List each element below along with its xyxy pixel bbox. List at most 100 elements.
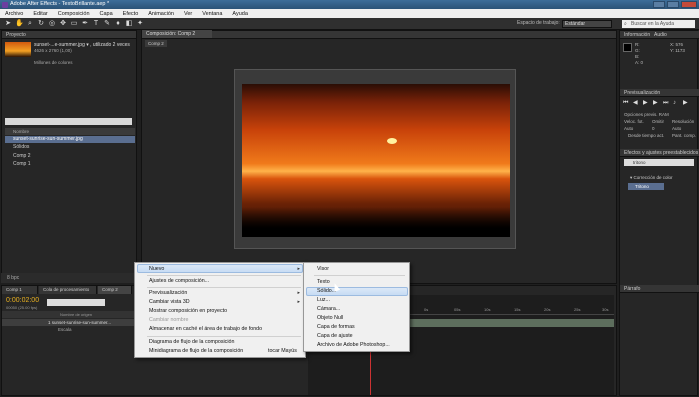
project-tab[interactable]: Proyecto — [2, 31, 136, 39]
preview-tab[interactable]: Previsualización — [620, 89, 699, 97]
menu-item-cambiar-nombre[interactable]: Cambiar nombre — [149, 317, 188, 323]
context-menu: Nuevo ▸ Ajustes de composición... Previs… — [134, 262, 306, 358]
menu-bar: Archivo Editar Composición Capa Efecto A… — [0, 9, 699, 18]
skip-value[interactable]: 0 — [652, 126, 655, 131]
submenu-item-texto[interactable]: Texto — [317, 279, 330, 285]
frame-rate-select[interactable]: Auto — [624, 126, 633, 131]
effects-search-input[interactable]: tritono — [624, 159, 694, 166]
help-search-input[interactable]: ⌕ Buscar en la Ayuda — [622, 20, 695, 28]
ram-preview-icon[interactable]: ▶ — [683, 100, 690, 107]
paragraph-tab[interactable]: Párrafo — [620, 285, 699, 293]
puppet-tool-icon[interactable]: ✦ — [136, 20, 144, 28]
menu-item-minidiagrama-flujo[interactable]: Minidiagrama de flujo de la composición — [149, 348, 243, 354]
menu-ventana[interactable]: Ventana — [197, 11, 227, 17]
timeline-tab-comp1[interactable]: Comp 1 — [2, 286, 38, 294]
shortcut-label: tocar Mayús — [268, 348, 297, 354]
stamp-tool-icon[interactable]: ♦ — [114, 20, 122, 28]
hand-tool-icon[interactable]: ✋ — [15, 20, 24, 28]
ram-options[interactable]: Opciones previs. RAM — [624, 112, 669, 117]
project-item-comp2[interactable]: Comp 2 — [5, 153, 135, 160]
effects-category[interactable]: ▾ Corrección de color — [630, 175, 673, 181]
close-button[interactable] — [681, 1, 697, 8]
menu-item-almacenar-cache[interactable]: Almacenar en caché el área de trabajo de… — [149, 326, 262, 332]
menu-capa[interactable]: Capa — [95, 11, 118, 17]
submenu-arrow-icon: ▸ — [297, 266, 300, 272]
audio-icon[interactable]: ♪ — [673, 100, 680, 107]
comp-2-subtab[interactable]: Comp 2 — [145, 40, 167, 47]
resolution-label: Resolución — [672, 119, 695, 124]
menu-archivo[interactable]: Archivo — [0, 11, 28, 17]
menu-item-previsualizacion[interactable]: Previsualización — [149, 290, 187, 296]
menu-item-diagrama-flujo[interactable]: Diagrama de flujo de la composición — [149, 339, 234, 345]
camera-tool-icon[interactable]: ◎ — [48, 20, 56, 28]
info-b: B: — [635, 54, 640, 59]
audio-tab[interactable]: Audio — [654, 32, 667, 38]
asset-thumbnail — [5, 42, 31, 57]
menu-ayuda[interactable]: Ayuda — [227, 11, 253, 17]
effects-tab[interactable]: Efectos y ajustes preestablecidos — [620, 149, 699, 157]
asset-dimensions: 4626 x 2760 (1,00) — [34, 48, 72, 53]
selection-tool-icon[interactable]: ➤ — [4, 20, 12, 28]
effects-item-tritono[interactable]: Tritono — [628, 183, 664, 190]
submenu-item-capa-formas[interactable]: Capa de formas — [317, 324, 355, 330]
submenu-item-visor[interactable]: Visor — [317, 266, 329, 272]
menu-editar[interactable]: Editar — [28, 11, 52, 17]
skip-label: Omitir — [652, 119, 664, 124]
timeline-tab-render-queue[interactable]: Cola de procesamiento — [39, 286, 97, 294]
eraser-tool-icon[interactable]: ◧ — [125, 20, 133, 28]
project-item-solidos[interactable]: Sólidos — [5, 144, 135, 151]
brush-tool-icon[interactable]: ✎ — [103, 20, 111, 28]
project-column-name[interactable]: Nombre — [5, 128, 135, 135]
resolution-select[interactable]: Auto — [672, 126, 681, 131]
menu-item-cambiar-vista-3d[interactable]: Cambiar vista 3D — [149, 299, 190, 305]
project-search-input[interactable] — [5, 118, 132, 125]
reeds-silhouette — [242, 207, 510, 237]
submenu-item-objeto-null[interactable]: Objeto Null — [317, 315, 343, 321]
project-item-comp1[interactable]: Comp 1 — [5, 161, 135, 168]
first-frame-icon[interactable]: ⏮ — [623, 100, 630, 107]
minimize-button[interactable] — [653, 1, 665, 8]
rotate-tool-icon[interactable]: ↻ — [37, 20, 45, 28]
current-timecode[interactable]: 0:00:02:00 — [6, 297, 39, 304]
menu-composicion[interactable]: Composición — [53, 11, 95, 17]
composition-panel: Comp 2 — [141, 30, 617, 284]
window-title: Adobe After Effects - TextoBrillante.aep… — [10, 1, 110, 7]
preview-panel: Previsualización ⏮ ◀ ▶ ▶ ⏭ ♪ ▶ Opciones … — [620, 89, 699, 149]
menu-efecto[interactable]: Efecto — [118, 11, 144, 17]
last-frame-icon[interactable]: ⏭ — [663, 100, 670, 107]
menu-item-nuevo[interactable]: Nuevo — [149, 266, 164, 272]
info-y: Y: 1173 — [670, 48, 685, 53]
info-tab[interactable]: Información Audio — [620, 31, 699, 39]
next-frame-icon[interactable]: ▶ — [653, 100, 660, 107]
submenu-item-capa-ajuste[interactable]: Capa de ajuste — [317, 333, 353, 339]
layer-name[interactable]: sunset-sunrise-sun-summer... — [52, 320, 111, 325]
submenu-item-photoshop[interactable]: Archivo de Adobe Photoshop... — [317, 342, 390, 348]
project-item-sunset-jpg[interactable]: sunset-sunrise-sun-summer.jpg — [5, 136, 135, 143]
menu-animacion[interactable]: Animación — [143, 11, 179, 17]
submenu-item-camara[interactable]: Cámara... — [317, 306, 340, 312]
info-r: R: — [635, 42, 640, 47]
full-screen-checkbox[interactable]: Pant. comp. — [672, 133, 696, 138]
ruler-tick: 30s — [602, 307, 609, 312]
menu-ver[interactable]: Ver — [179, 11, 197, 17]
type-tool-icon[interactable]: T — [92, 20, 100, 28]
pen-tool-icon[interactable]: ✒ — [81, 20, 89, 28]
prev-frame-icon[interactable]: ◀ — [633, 100, 640, 107]
after-effects-icon — [2, 1, 8, 8]
from-current-checkbox[interactable]: Desde tiempo act. — [628, 133, 664, 138]
layer-number: 1 — [48, 320, 51, 325]
bpc-label[interactable]: 8 bpc — [7, 275, 19, 281]
timeline-tab-comp2[interactable]: Comp 2 — [98, 286, 132, 294]
zoom-tool-icon[interactable]: ⌕ — [26, 20, 34, 28]
rectangle-tool-icon[interactable]: ▭ — [70, 20, 78, 28]
workspace-select[interactable]: Estándar — [562, 20, 612, 28]
menu-item-mostrar-en-proyecto[interactable]: Mostrar composición en proyecto — [149, 308, 227, 314]
submenu-item-luz[interactable]: Luz... — [317, 297, 330, 303]
tools-panel: ➤ ✋ ⌕ ↻ ◎ ✥ ▭ ✒ T ✎ ♦ ◧ ✦ Espacio de tra… — [0, 18, 699, 30]
timeline-search-input[interactable] — [47, 299, 105, 306]
play-icon[interactable]: ▶ — [643, 100, 650, 107]
menu-item-ajustes-composicion[interactable]: Ajustes de composición... — [149, 278, 209, 284]
composition-tab[interactable]: Composición: Comp 2 — [142, 30, 212, 38]
maximize-button[interactable] — [667, 1, 679, 8]
pan-behind-tool-icon[interactable]: ✥ — [59, 20, 67, 28]
